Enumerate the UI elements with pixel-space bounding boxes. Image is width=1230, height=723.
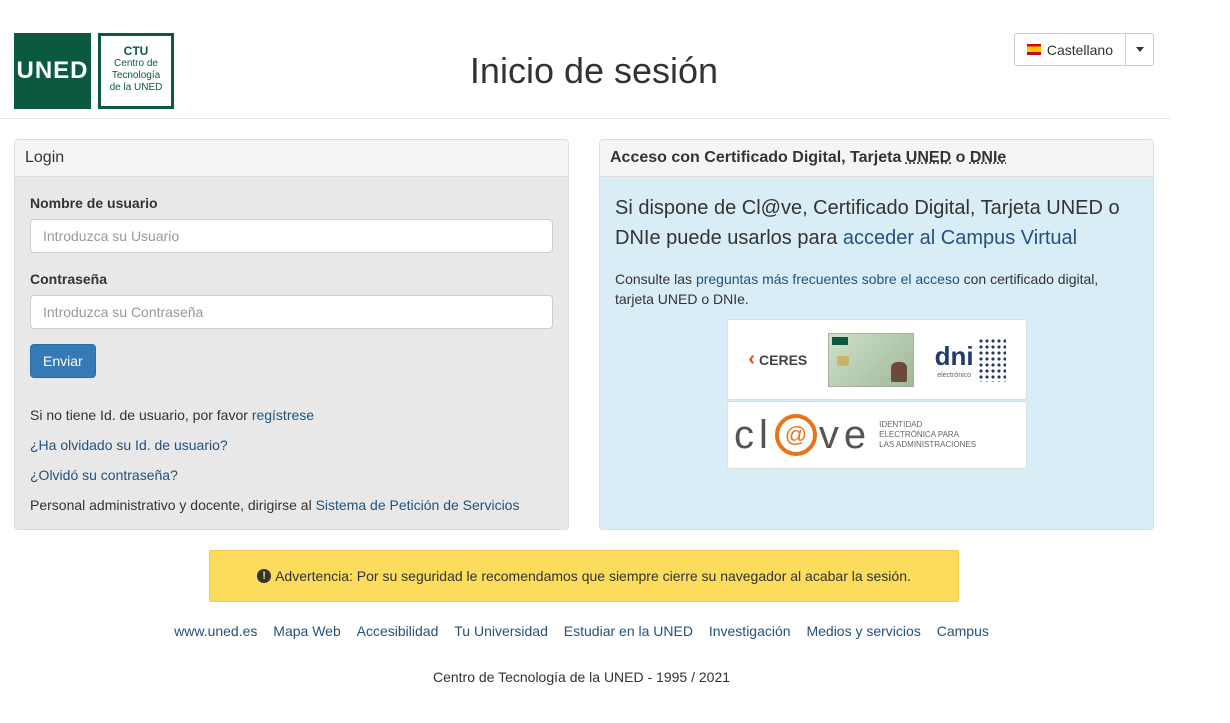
clave-at-icon: @ [774, 414, 817, 456]
ceres-logo: ‹ CERES [748, 348, 807, 371]
certificate-logos-link[interactable]: ‹ CERES dni electrónico [727, 319, 1027, 400]
footer-link-university[interactable]: Tu Universidad [454, 623, 548, 639]
username-input[interactable] [30, 219, 553, 253]
portrait-icon [890, 361, 907, 382]
faq-prefix: Consulte las [615, 271, 693, 287]
dni-text: dni [934, 340, 974, 371]
footer-link-uned[interactable]: www.uned.es [174, 623, 257, 639]
forgot-user-link[interactable]: ¿Ha olvidado su Id. de usuario? [30, 437, 228, 453]
footer-link-services[interactable]: Medios y servicios [806, 623, 920, 639]
faq-paragraph: Consulte las preguntas más frecuentes so… [615, 269, 1138, 309]
register-link[interactable]: regístrese [252, 407, 314, 423]
certificate-heading-text: Acceso con Certificado Digital, Tarjeta [610, 149, 902, 166]
footer-link-campus[interactable]: Campus [937, 623, 989, 639]
forgot-password-link[interactable]: ¿Olvidó su contraseña? [30, 467, 178, 483]
uned-card-image [827, 332, 914, 387]
language-dropdown-toggle[interactable] [1126, 33, 1154, 66]
password-label: Contraseña [30, 271, 108, 287]
clave-right: ve [818, 412, 872, 457]
exclamation-circle-icon: ! [257, 569, 272, 583]
certificate-heading-conj: o [955, 149, 966, 166]
language-button[interactable]: Castellano [1014, 33, 1126, 66]
dni-subtext: electrónico [937, 371, 972, 379]
footer-link-sitemap[interactable]: Mapa Web [273, 623, 340, 639]
register-text: Si no tiene Id. de usuario, por favor [30, 407, 248, 423]
dni-dots-icon [977, 337, 1006, 382]
language-selector: Castellano [1014, 33, 1154, 66]
dnie-abbr: DNIe [969, 149, 1007, 166]
spain-flag-icon [1027, 44, 1041, 55]
caret-down-icon [1135, 47, 1144, 52]
faq-link[interactable]: preguntas más frecuentes sobre el acceso [696, 271, 960, 287]
staff-text: Personal administrativo y docente, dirig… [30, 497, 312, 513]
dni-logo: dni electrónico [934, 337, 1006, 382]
username-label: Nombre de usuario [30, 195, 158, 211]
security-warning: ! Advertencia: Por su seguridad le recom… [209, 550, 959, 602]
chip-icon [836, 355, 849, 366]
submit-button[interactable]: Enviar [30, 344, 96, 378]
copyright: Centro de Tecnología de la UNED - 1995 /… [432, 669, 731, 685]
login-form: Nombre de usuario Contraseña Enviar Si n… [15, 177, 568, 529]
clave-subtitle: IDENTIDAD ELECTRÓNICA PARA LAS ADMINISTRAC… [879, 420, 977, 449]
certificate-body: Si dispone de Cl@ve, Certificado Digital… [600, 177, 1153, 485]
clave-left: cl [734, 412, 773, 457]
certificate-panel: Acceso con Certificado Digital, Tarjeta … [599, 139, 1154, 530]
ceres-text: CERES [759, 351, 808, 368]
header: UNED CTU Centro de Tecnología de la UNED… [0, 0, 1170, 119]
ceres-mark-icon: ‹ [748, 348, 756, 370]
footer-link-accessibility[interactable]: Accesibilidad [357, 623, 439, 639]
clave-logo: cl @ ve IDENTIDAD ELECTRÓNICA PARA LAS ADMIN… [734, 413, 976, 458]
service-request-link[interactable]: Sistema de Petición de Servicios [316, 497, 520, 513]
page-title: Inicio de sesión [469, 50, 719, 91]
login-panel: Login Nombre de usuario Contraseña Envia… [14, 139, 569, 530]
uned-abbr: UNED [905, 149, 952, 166]
footer-link-study[interactable]: Estudiar en la UNED [564, 623, 693, 639]
certificate-panel-heading: Acceso con Certificado Digital, Tarjeta … [600, 140, 1153, 177]
certificate-lead: Si dispone de Cl@ve, Certificado Digital… [615, 193, 1138, 253]
login-links: Si no tiene Id. de usuario, por favor re… [30, 400, 553, 520]
staff-line: Personal administrativo y docente, dirig… [30, 490, 553, 520]
language-label: Castellano [1046, 41, 1113, 58]
register-line: Si no tiene Id. de usuario, por favor re… [30, 400, 553, 430]
login-panel-heading: Login [15, 140, 568, 177]
warning-text: Advertencia: Por su seguridad le recomen… [275, 568, 911, 584]
footer-links: www.uned.es Mapa Web Accesibilidad Tu Un… [0, 623, 1163, 639]
footer-link-research[interactable]: Investigación [709, 623, 791, 639]
access-logos: ‹ CERES dni electrónico cl @ ve IDENTIDAD ELE… [727, 319, 1027, 469]
clave-logo-link[interactable]: cl @ ve IDENTIDAD ELECTRÓNICA PARA LAS ADMIN… [727, 401, 1027, 469]
campus-access-link[interactable]: acceder al Campus Virtual [843, 227, 1077, 249]
password-input[interactable] [30, 295, 553, 329]
